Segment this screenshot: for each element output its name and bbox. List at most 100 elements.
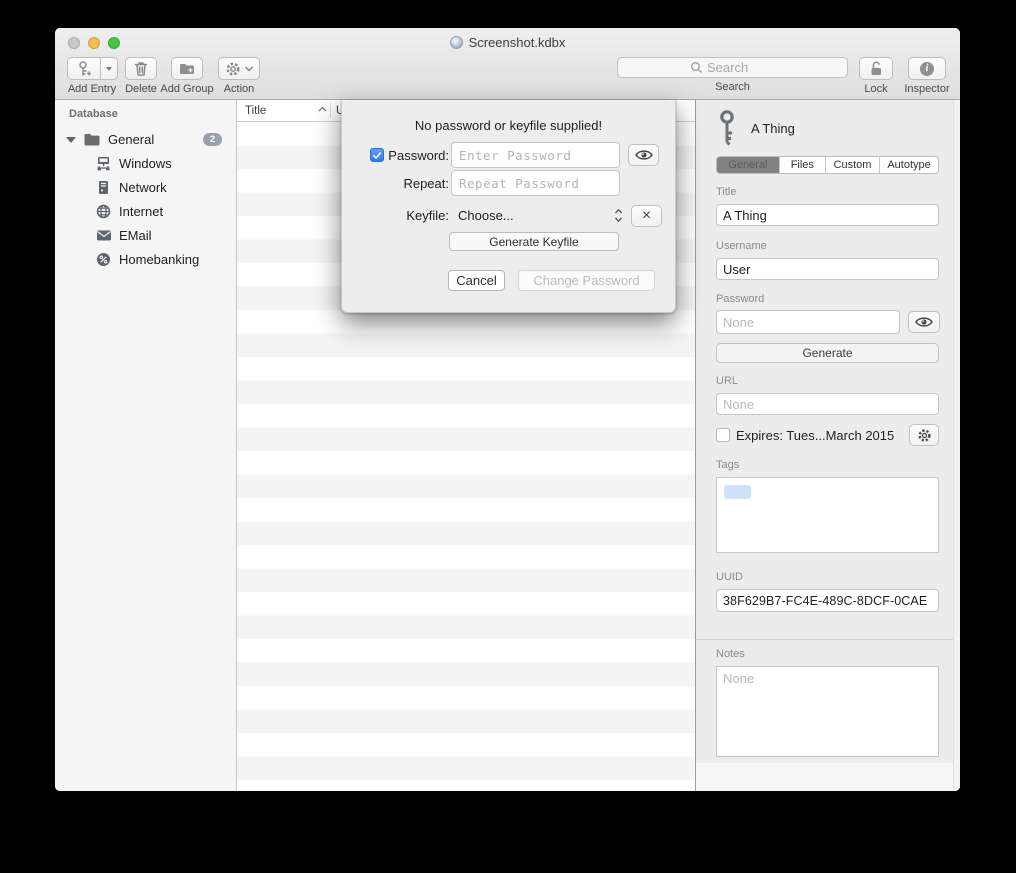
inspector-header: A Thing (716, 108, 939, 148)
inspector-button[interactable]: i (908, 57, 946, 80)
sort-ascending-icon (318, 106, 327, 112)
sidebar-item-email[interactable]: EMail (55, 223, 236, 247)
password-checkbox[interactable] (370, 148, 384, 162)
window-title: Screenshot.kdbx (55, 35, 960, 50)
change-password-sheet: No password or keyfile supplied! Passwor… (341, 100, 676, 313)
add-group-button[interactable] (171, 57, 203, 80)
change-password-button[interactable]: Change Password (518, 270, 655, 291)
add-entry-dropdown[interactable] (101, 57, 118, 80)
add-group-label: Add Group (160, 83, 213, 95)
sidebar-item-general[interactable]: General 2 (55, 128, 236, 151)
sheet-password-input[interactable] (451, 142, 620, 168)
sheet-warning-message: No password or keyfile supplied! (342, 100, 675, 133)
expires-checkbox[interactable] (716, 428, 730, 442)
sidebar-item-homebanking[interactable]: Homebanking (55, 247, 236, 271)
url-field[interactable] (716, 393, 939, 415)
generate-password-button[interactable]: Generate (716, 343, 939, 363)
expires-label: Expires: Tues...March 2015 (736, 428, 905, 443)
add-entry-key-icon[interactable] (67, 57, 101, 80)
uuid-field[interactable] (716, 589, 939, 612)
username-field-label: Username (716, 240, 939, 252)
sidebar-item-network[interactable]: Network (55, 175, 236, 199)
inspector-label: Inspector (904, 83, 949, 95)
tab-files[interactable]: Files (780, 157, 826, 173)
sheet-password-label: Password: (388, 148, 449, 163)
action-group: Action (217, 57, 261, 95)
tab-autotype[interactable]: Autotype (880, 157, 938, 173)
sheet-repeat-label: Repeat: (403, 176, 449, 191)
sheet-keyfile-label: Keyfile: (406, 208, 449, 223)
add-entry-label: Add Entry (68, 83, 116, 95)
search-icon (690, 61, 703, 74)
chevron-down-icon (245, 66, 253, 72)
delete-button[interactable] (125, 57, 157, 80)
sidebar-item-label: Network (119, 180, 167, 195)
sidebar-item-label: Internet (119, 204, 163, 219)
uuid-field-label: UUID (716, 571, 939, 583)
server-icon (97, 180, 110, 195)
column-header-title[interactable]: Title (245, 105, 266, 117)
tags-field[interactable] (716, 477, 939, 553)
generate-keyfile-button[interactable]: Generate Keyfile (449, 232, 619, 251)
search-box[interactable] (617, 57, 848, 78)
sidebar-item-label: General (108, 132, 154, 147)
sidebar-section-header: Database (55, 100, 236, 120)
eye-icon (634, 148, 654, 162)
gear-icon (225, 61, 241, 77)
inspector-footer (696, 763, 953, 791)
tags-field-label: Tags (716, 459, 939, 471)
password-field[interactable] (716, 310, 900, 334)
sheet-reveal-password-button[interactable] (628, 144, 659, 166)
sidebar-item-internet[interactable]: Internet (55, 199, 236, 223)
keyfile-popup[interactable]: Choose... (451, 203, 623, 228)
eye-icon (914, 315, 934, 329)
search-label: Search (715, 81, 750, 93)
inspector-panel: A Thing General Files Custom Autotype Ti… (695, 100, 960, 791)
action-button[interactable] (218, 57, 260, 80)
tag-pill[interactable] (724, 485, 751, 499)
inspector-scrollbar[interactable] (953, 100, 960, 791)
search-group: Search (617, 57, 848, 93)
reveal-password-button[interactable] (908, 311, 940, 333)
key-icon (716, 109, 738, 147)
sidebar-item-label: Windows (119, 156, 172, 171)
lock-group: Lock (856, 57, 896, 95)
window-header: Screenshot.kdbx Add Entry (55, 28, 960, 100)
info-icon: i (920, 62, 934, 76)
sidebar: Database General 2 Windows (55, 100, 237, 791)
lock-button[interactable] (859, 57, 893, 80)
percent-coin-icon (96, 252, 111, 267)
check-icon (372, 151, 382, 160)
delete-label: Delete (125, 83, 157, 95)
username-field[interactable] (716, 258, 939, 280)
notes-field-label: Notes (716, 648, 939, 660)
document-proxy-icon[interactable] (450, 36, 463, 49)
tab-custom[interactable]: Custom (826, 157, 880, 173)
tab-general[interactable]: General (717, 157, 780, 173)
clear-keyfile-button[interactable]: × (631, 205, 662, 227)
sidebar-item-label: Homebanking (119, 252, 199, 267)
delete-group: Delete (121, 57, 161, 95)
stepper-icon (614, 208, 623, 223)
disclosure-triangle-icon[interactable] (66, 137, 76, 143)
column-divider[interactable] (330, 103, 331, 118)
add-entry-button[interactable] (67, 57, 118, 80)
section-divider (696, 639, 960, 640)
add-group-group: Add Group (159, 57, 215, 95)
url-field-label: URL (716, 375, 939, 387)
folder-icon (83, 132, 101, 147)
expires-settings-button[interactable] (909, 424, 939, 446)
title-field-label: Title (716, 186, 939, 198)
entry-count-badge: 2 (203, 133, 222, 146)
sheet-repeat-input[interactable] (451, 170, 620, 196)
sidebar-item-windows[interactable]: Windows (55, 151, 236, 175)
cancel-button[interactable]: Cancel (448, 270, 505, 291)
gear-icon (917, 428, 932, 443)
sidebar-item-label: EMail (119, 228, 152, 243)
windows-network-icon (95, 156, 112, 171)
title-field[interactable] (716, 204, 939, 226)
inspector-tabs: General Files Custom Autotype (716, 156, 939, 174)
password-field-label: Password (716, 293, 939, 305)
notes-field[interactable] (716, 666, 939, 757)
search-input[interactable] (707, 60, 841, 75)
